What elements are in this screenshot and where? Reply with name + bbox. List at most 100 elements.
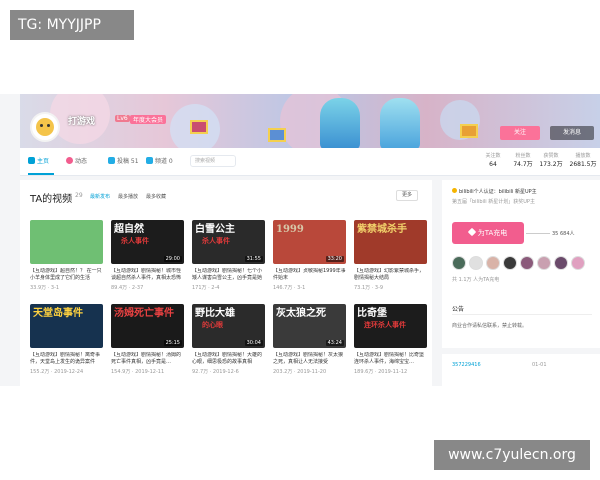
tab-uploads[interactable]: 投稿 51 <box>108 156 139 165</box>
video-title[interactable]: 【互动游戏】剧情揭秘！城市怪谈超自然杀人事件，真相太恐怖 <box>111 268 184 282</box>
video-meta: 33.9万 · 3-1 <box>30 285 60 291</box>
tab-label: 动态 <box>75 158 88 165</box>
space-nav: 主页 动态 投稿 51 频道 0 搜索视频 关注数 64 粉丝数 74.7万 获… <box>20 148 600 176</box>
character-art <box>380 98 420 148</box>
video-thumbnail[interactable]: 超自然 杀人事件 29:00 <box>111 220 184 264</box>
charger-avatar[interactable] <box>537 256 551 270</box>
gift-box-icon <box>460 124 478 138</box>
verified-icon <box>452 188 457 193</box>
video-title[interactable]: 【互动游戏】剧情揭秘！七个小矮人谋害白雪公主，凶手竟是她 <box>192 268 265 282</box>
charger-avatar[interactable] <box>520 256 534 270</box>
video-thumbnail[interactable]: 灰太狼之死 43:24 <box>273 304 346 348</box>
video-thumbnail[interactable]: 天堂岛事件 <box>30 304 103 348</box>
video-thumbnail[interactable]: 紫禁城杀手 <box>354 220 427 264</box>
uid-value: 357229416 <box>452 362 481 368</box>
video-meta: 155.2万 · 2019-12-24 <box>30 369 84 375</box>
charge-button[interactable]: 为TA充电 <box>452 222 524 244</box>
follow-button[interactable]: 关注 <box>500 126 540 140</box>
video-title[interactable]: 【互动游戏】剧情揭秘！大雄的心眼，细思极恐的故事真相 <box>192 352 265 366</box>
video-duration: 33:20 <box>325 256 344 262</box>
thumbnail-title: 超自然 <box>114 224 144 235</box>
video-card[interactable]: 天堂岛事件【互动游戏】剧情揭秘！离奇事件，天堂岛上发生的诡异案件 155.2万 ·… <box>30 304 103 375</box>
stat-value: 173.2万 <box>539 161 563 168</box>
video-thumbnail[interactable]: 1999 33:20 <box>273 220 346 264</box>
video-card[interactable]: 超自然 杀人事件 29:00 【互动游戏】剧情揭秘！城市怪谈超自然杀人事件，真相太恐怖… <box>111 220 184 291</box>
active-tab-indicator <box>28 173 54 175</box>
video-title[interactable]: 【互动游戏】幻影紫禁城杀手，剧情揭秘大结局 <box>354 268 427 282</box>
charger-avatar[interactable] <box>571 256 585 270</box>
stat-label: 获赞数 <box>543 153 559 159</box>
certification-text: bilibili个人认证：bilibili 新星UP主 <box>459 189 537 195</box>
divider <box>526 233 550 234</box>
video-card[interactable]: 1999 33:20 【互动游戏】贞敏揭秘1999年事件始末 146.7万 · 3-1 <box>273 220 346 291</box>
sort-newest[interactable]: 最新发布 <box>90 193 110 200</box>
video-thumbnail[interactable]: 白雪公主 杀人事件 31:55 <box>192 220 265 264</box>
charge-icon <box>467 227 476 237</box>
video-title[interactable]: 【互动游戏】剧情揭秘！灰太狼之死，真相让人无法接受 <box>273 352 346 366</box>
notice-title: 公告 <box>452 306 465 313</box>
charger-avatar[interactable] <box>503 256 517 270</box>
stat-following[interactable]: 关注数 64 <box>478 152 508 170</box>
notice-text: 商业合作请私信联系，禁止转载。 <box>452 323 528 329</box>
level-badge: Lv6 <box>115 115 130 122</box>
certification-sub: 第五届「bilibili 新星计划」获奖UP主 <box>452 199 535 205</box>
message-button[interactable]: 发消息 <box>550 126 594 140</box>
video-title[interactable]: 【互动游戏】超自然！？ 在一只小羊身体里成了它们的生活 <box>30 268 103 282</box>
video-title[interactable]: 【互动游戏】剧情揭秘！离奇事件，天堂岛上发生的诡异案件 <box>30 352 103 366</box>
thumbnail-title: 1999 <box>276 224 304 235</box>
video-duration: 25:15 <box>163 340 182 346</box>
tab-channel[interactable]: 频道 0 <box>146 156 173 165</box>
video-meta: 92.7万 · 2019-12-6 <box>192 369 239 375</box>
charger-avatar[interactable] <box>554 256 568 270</box>
video-count: 29 <box>75 192 83 199</box>
side-panel: bilibili个人认证：bilibili 新星UP主 第五届「bilibili… <box>442 180 600 386</box>
profile-info: 357229416 01-01 <box>442 348 600 386</box>
video-meta: 171万 · 2-4 <box>192 285 220 291</box>
home-icon <box>28 157 35 164</box>
thumbnail-subtitle: 连环杀人事件 <box>364 320 406 329</box>
divider <box>452 314 592 315</box>
video-meta: 203.2万 · 2019-11-20 <box>273 369 327 375</box>
video-card[interactable]: 【互动游戏】超自然！？ 在一只小羊身体里成了它们的生活 33.9万 · 3-1 <box>30 220 103 291</box>
video-meta: 89.4万 · 2-37 <box>111 285 144 291</box>
video-card[interactable]: 灰太狼之死 43:24 【互动游戏】剧情揭秘！灰太狼之死，真相让人无法接受 203.2… <box>273 304 346 375</box>
tab-dynamic[interactable]: 动态 <box>66 156 87 165</box>
video-card[interactable]: 比奇堡 连环杀人事件 【互动游戏】剧情揭秘！比奇堡连环杀人事件，海绵宝宝… 189.6… <box>354 304 427 375</box>
video-card[interactable]: 汤姆死亡事件 25:15 【互动游戏】剧情揭秘！汤姆的死亡事件真相，凶手竟是… 154… <box>111 304 184 375</box>
video-card[interactable]: 野比大雄 的心眼 30:04 【互动游戏】剧情揭秘！大雄的心眼，细思极恐的故事真相 92… <box>192 304 265 375</box>
video-duration: 30:04 <box>244 340 263 346</box>
video-thumbnail[interactable] <box>30 220 103 264</box>
video-title[interactable]: 【互动游戏】剧情揭秘！比奇堡连环杀人事件，海绵宝宝… <box>354 352 427 366</box>
watermark-bottom: www.c7yulecn.org <box>434 440 590 470</box>
video-thumbnail[interactable]: 野比大雄 的心眼 30:04 <box>192 304 265 348</box>
video-thumbnail[interactable]: 比奇堡 连环杀人事件 <box>354 304 427 348</box>
video-card[interactable]: 白雪公主 杀人事件 31:55 【互动游戏】剧情揭秘！七个小矮人谋害白雪公主，凶手竟是… <box>192 220 265 291</box>
video-meta: 146.7万 · 3-1 <box>273 285 306 291</box>
sort-most-favorited[interactable]: 最多收藏 <box>146 193 166 200</box>
tab-label: 主页 <box>37 158 50 165</box>
video-icon <box>108 157 115 164</box>
tab-label: 投稿 51 <box>117 158 139 165</box>
thumbnail-title: 汤姆死亡事件 <box>114 308 174 319</box>
more-button[interactable]: 更多 <box>396 190 418 201</box>
stat-fans[interactable]: 粉丝数 74.7万 <box>508 152 538 170</box>
video-thumbnail[interactable]: 汤姆死亡事件 25:15 <box>111 304 184 348</box>
charger-avatar[interactable] <box>452 256 466 270</box>
video-duration: 29:00 <box>163 256 182 262</box>
gift-box-icon <box>190 120 208 134</box>
video-card[interactable]: 紫禁城杀手 【互动游戏】幻影紫禁城杀手，剧情揭秘大结局 73.1万 · 3-9 <box>354 220 427 291</box>
sort-most-played[interactable]: 最多播放 <box>118 193 138 200</box>
watermark-top: TG: MYYJJPP <box>10 10 134 40</box>
thumbnail-title: 灰太狼之死 <box>276 308 326 319</box>
avatar[interactable] <box>30 112 60 142</box>
search-input[interactable]: 搜索视频 <box>190 155 236 167</box>
stat-value: 64 <box>489 161 497 168</box>
video-meta: 154.9万 · 2019-12-11 <box>111 369 165 375</box>
charger-avatar[interactable] <box>486 256 500 270</box>
page: TG: MYYJJPP 打游戏 Lv6 年度大会员 关注 发消息 主页 动态 投… <box>0 0 600 480</box>
video-title[interactable]: 【互动游戏】剧情揭秘！汤姆的死亡事件真相，凶手竟是… <box>111 352 184 366</box>
video-title[interactable]: 【互动游戏】贞敏揭秘1999年事件始末 <box>273 268 346 282</box>
thumbnail-title: 白雪公主 <box>195 224 235 235</box>
tab-home[interactable]: 主页 <box>28 156 49 165</box>
charger-avatar[interactable] <box>469 256 483 270</box>
